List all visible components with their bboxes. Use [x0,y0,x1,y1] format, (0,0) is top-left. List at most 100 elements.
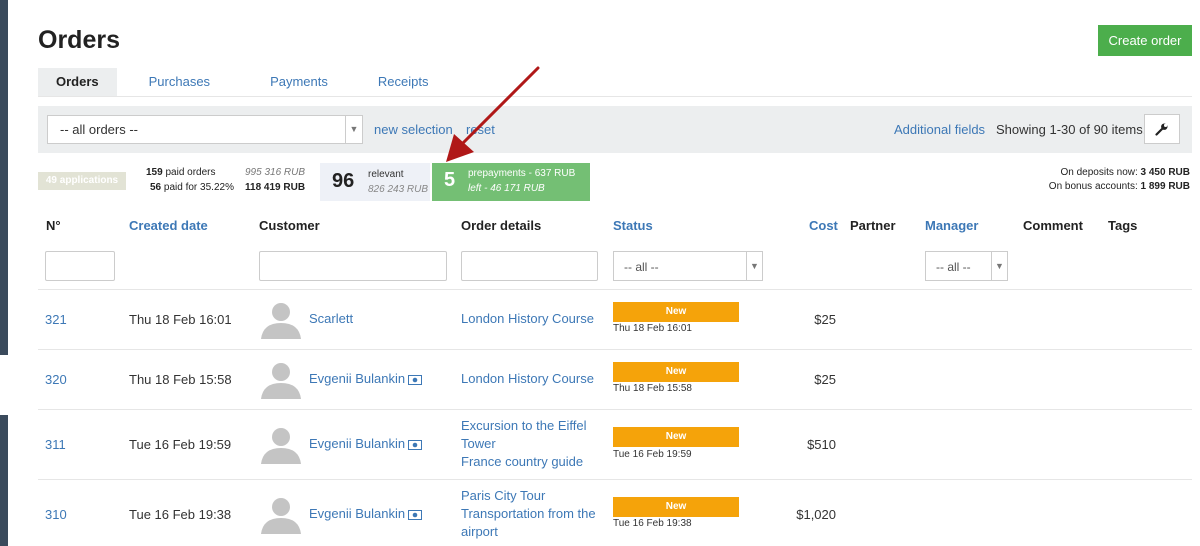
avatar-placeholder-icon [261,303,301,339]
details-filter-input[interactable] [461,251,598,281]
tab-receipts[interactable]: Receipts [360,68,447,96]
orders-selection-dropdown[interactable]: -- all orders -- ▼ [47,115,363,144]
status-badge[interactable]: New [613,362,739,382]
prepay-left: left - 46 171 RUB [468,183,545,194]
customer-link[interactable]: Evgenii Bulankin [309,436,405,451]
relevant-label: relevant [368,169,404,180]
customer-filter-input[interactable] [259,251,447,281]
order-details: Excursion to the Eiffel Tower France cou… [461,417,601,471]
order-details: Paris City Tour Transportation from the … [461,487,601,541]
left-sidebar-edge [0,0,8,546]
avatar-placeholder-icon [261,428,301,464]
status-filter-select[interactable]: -- all -- ▼ [613,251,763,281]
customer-link[interactable]: Evgenii Bulankin [309,371,405,386]
table-row[interactable]: 321 Thu 18 Feb 16:01 Scarlett London His… [38,290,1192,350]
col-order-details: Order details [461,218,542,233]
order-item-link[interactable]: London History Course [461,370,601,388]
relevant-orders-box[interactable]: 96 relevant 826 243 RUB [320,163,430,201]
col-number: N° [46,218,61,233]
table-row[interactable]: 320 Thu 18 Feb 15:58 Evgenii Bulankin Lo… [38,350,1192,410]
order-details: London History Course [461,370,601,388]
page-title: Orders [38,26,120,54]
number-filter-input[interactable] [45,251,115,281]
status-filter-value: -- all -- [624,260,659,274]
order-number[interactable]: 311 [45,437,66,452]
deposits-info: On deposits now: 3 450 RUB On bonus acco… [1048,167,1190,192]
col-tags: Tags [1108,218,1138,233]
id-card-icon[interactable] [408,509,423,520]
relevant-count: 96 [332,170,355,192]
manager-filter-select[interactable]: -- all -- ▼ [925,251,1008,281]
order-date: Tue 16 Feb 19:38 [129,507,232,522]
status-date: Thu 18 Feb 15:58 [613,383,692,394]
chevron-down-icon: ▼ [746,252,762,280]
col-comment: Comment [1023,218,1083,233]
manager-filter-value: -- all -- [936,260,971,274]
paid-for-sum: 118 419 RUB [245,182,306,193]
prepay-count: 5 [444,169,456,191]
paid-orders-stat: 159 paid orders [146,167,216,178]
order-item-link[interactable]: Transportation from the airport [461,505,601,541]
status-badge[interactable]: New [613,427,739,447]
column-filters: -- all -- ▼ -- all -- ▼ [38,244,1192,290]
tab-bar: Orders Purchases Payments Receipts [38,68,1192,97]
create-order-button[interactable]: Create order [1098,25,1192,56]
col-customer: Customer [259,218,320,233]
status-badge[interactable]: New [613,302,739,322]
order-details: London History Course [461,310,601,328]
status-date: Tue 16 Feb 19:38 [613,518,692,529]
col-partner: Partner [850,218,896,233]
tab-orders[interactable]: Orders [38,68,117,96]
order-item-link[interactable]: Paris City Tour [461,487,601,505]
id-card-icon[interactable] [408,374,423,385]
table-row[interactable]: 310 Tue 16 Feb 19:38 Evgenii Bulankin Pa… [38,480,1192,546]
col-manager[interactable]: Manager [925,218,978,233]
order-number[interactable]: 321 [45,312,67,327]
col-status[interactable]: Status [613,218,653,233]
avatar-placeholder-icon [261,498,301,534]
relevant-sum: 826 243 RUB [368,184,429,195]
id-card-icon[interactable] [408,439,423,450]
order-number[interactable]: 320 [45,372,67,387]
avatar-placeholder-icon [261,363,301,399]
annotation-arrow-icon [446,66,540,162]
applications-badge[interactable]: 49 applications [38,172,126,190]
status-date: Tue 16 Feb 19:59 [613,449,692,460]
paid-for-stat: 56 paid for 35.22% [150,182,234,193]
order-date: Thu 18 Feb 15:58 [129,372,232,387]
order-number[interactable]: 310 [45,507,67,522]
customer-link[interactable]: Scarlett [309,311,353,326]
settings-button[interactable] [1144,114,1180,144]
wrench-icon [1155,123,1168,136]
order-date: Thu 18 Feb 16:01 [129,312,232,327]
status-date: Thu 18 Feb 16:01 [613,323,692,334]
pagination-summary: Showing 1-30 of 90 items. [996,122,1147,137]
tab-payments[interactable]: Payments [252,68,346,96]
filter-bar: -- all orders -- ▼ new selection reset A… [38,106,1192,153]
order-cost: $510 [807,437,836,452]
table-header: N° Created date Customer Order details S… [38,212,1192,238]
col-created-date[interactable]: Created date [129,218,208,233]
customer-cell: Evgenii Bulankin [309,436,423,451]
tab-purchases[interactable]: Purchases [131,68,228,96]
table-row[interactable]: 311 Tue 16 Feb 19:59 Evgenii Bulankin Ex… [38,410,1192,480]
order-stats: 49 applications 159 paid orders 995 316 … [38,163,1192,201]
order-item-link[interactable]: Excursion to the Eiffel Tower [461,417,601,453]
order-cost: $25 [814,312,836,327]
chevron-down-icon: ▼ [345,116,362,143]
col-cost[interactable]: Cost [809,218,838,233]
order-cost: $1,020 [796,507,836,522]
order-item-link[interactable]: London History Course [461,310,601,328]
customer-link[interactable]: Evgenii Bulankin [309,506,405,521]
chevron-down-icon: ▼ [991,252,1007,280]
status-badge[interactable]: New [613,497,739,517]
order-cost: $25 [814,372,836,387]
orders-page: Orders Create order Orders Purchases Pay… [38,0,1192,546]
orders-selection-value: -- all orders -- [60,122,139,137]
customer-cell: Evgenii Bulankin [309,371,423,386]
order-item-link[interactable]: France country guide [461,453,601,471]
customer-cell: Evgenii Bulankin [309,506,423,521]
order-date: Tue 16 Feb 19:59 [129,437,232,452]
additional-fields-link[interactable]: Additional fields [894,122,985,137]
paid-orders-sum: 995 316 RUB [245,167,306,178]
